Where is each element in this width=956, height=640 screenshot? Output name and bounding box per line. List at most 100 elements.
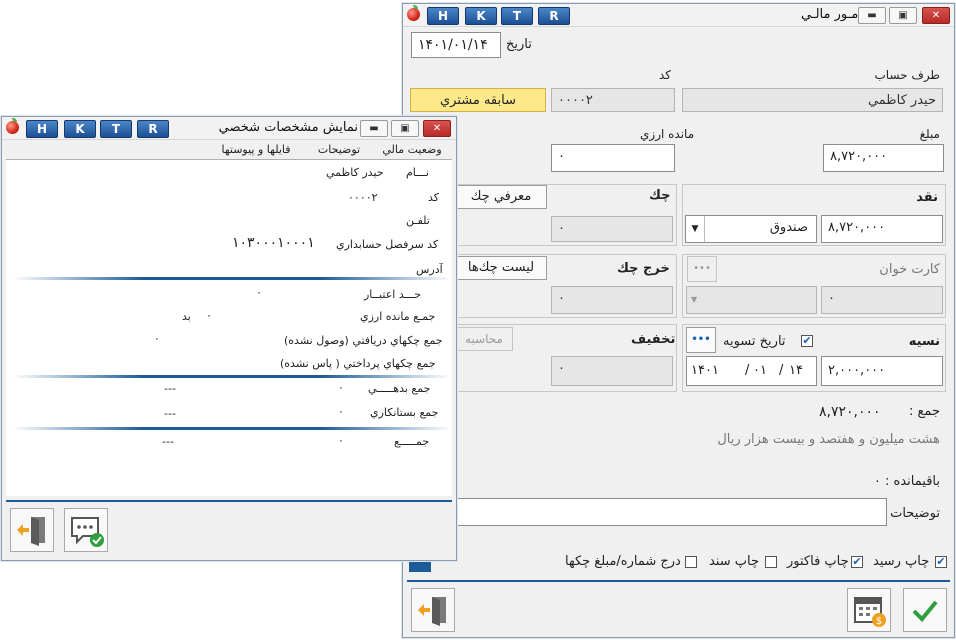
checkmark-icon bbox=[912, 600, 938, 622]
debit-total-value: ۰ bbox=[338, 381, 344, 394]
credit-amount-field[interactable]: ۲,۰۰۰,۰۰۰ bbox=[821, 356, 943, 386]
fx-remaining-field: ۰ bbox=[551, 144, 675, 172]
creditor-total-dash: --- bbox=[164, 407, 176, 420]
chevron-down-icon: ▼ bbox=[691, 295, 698, 304]
close-button[interactable]: ✕ bbox=[922, 7, 950, 24]
exit-button[interactable] bbox=[411, 588, 455, 632]
settle-date-label: تاريخ تسويه bbox=[723, 334, 786, 349]
code-label: كد bbox=[428, 191, 440, 204]
amount-label: مبلغ bbox=[919, 127, 940, 141]
hk-button-k[interactable]: K bbox=[465, 7, 497, 25]
settle-date-field[interactable]: ۱۴۰۱ / ۰۱ / ۱۴ bbox=[686, 356, 817, 386]
minimize-button[interactable]: ▬ bbox=[360, 120, 388, 137]
message-check-icon bbox=[71, 517, 104, 547]
introduce-cheque-button[interactable]: معرفي چك bbox=[455, 185, 547, 209]
received-cheques-value: ۰ bbox=[154, 332, 160, 345]
hk-button-h[interactable]: H bbox=[26, 120, 58, 138]
insert-cheque-no-label: درج شماره/مبلغ چكها bbox=[565, 554, 681, 569]
phone-label: تلفـن bbox=[406, 214, 430, 227]
hk-button-r[interactable]: R bbox=[538, 7, 570, 25]
total-value: ۸,۷۲۰,۰۰۰ bbox=[819, 404, 881, 420]
discount-label: تخفيف bbox=[631, 332, 676, 347]
party-field[interactable]: حيدر كاظمي bbox=[682, 88, 943, 112]
calculate-button[interactable]: محاسبه bbox=[455, 327, 513, 351]
cash-amount-field[interactable]: ۸,۷۲۰,۰۰۰ bbox=[821, 215, 943, 243]
message-button[interactable] bbox=[64, 508, 108, 552]
code-field: ۰۰۰۰۲ bbox=[551, 88, 675, 112]
settle-date-day: ۱۴ bbox=[789, 363, 803, 378]
person-titlebar: H K T R نمايش مشخصات شخصي ▬ ▣ ✕ bbox=[2, 117, 456, 140]
credit-limit-value: ۰ bbox=[256, 286, 262, 299]
cheque-out-label: خرج چك bbox=[617, 261, 670, 276]
insert-cheque-no-checkbox[interactable] bbox=[685, 556, 697, 568]
ledger-code-label: كد سرفصل حسابداري bbox=[336, 238, 439, 251]
customer-history-button[interactable]: سابقه مشتري bbox=[410, 88, 546, 112]
exit-door-icon bbox=[418, 597, 446, 626]
debit-total-label: جمع بدهـــــي bbox=[368, 382, 431, 395]
close-button[interactable]: ✕ bbox=[423, 120, 451, 137]
print-invoice-label: چاپ فاكتور bbox=[787, 554, 849, 569]
balance-value: ۰ bbox=[873, 474, 881, 489]
hk-button-r[interactable]: R bbox=[137, 120, 169, 138]
card-reader-more-button[interactable]: ••• bbox=[687, 256, 717, 282]
notes-field[interactable] bbox=[455, 498, 887, 526]
grand-total-value: ۰ bbox=[338, 434, 344, 447]
amount-field[interactable]: ۸,۷۲۰,۰۰۰ bbox=[823, 144, 944, 172]
fund-select-value: صندوق bbox=[769, 220, 808, 235]
restore-button[interactable]: ▣ bbox=[889, 7, 917, 24]
received-cheques-label: جمع چكهاي دريافتي (وصول نشده) bbox=[284, 334, 443, 347]
print-document-checkbox[interactable] bbox=[765, 556, 777, 568]
credit-label: نسيه bbox=[908, 334, 940, 349]
fund-select[interactable]: ▼ صندوق bbox=[685, 215, 817, 243]
settle-date-checkbox[interactable]: ✔ bbox=[801, 335, 813, 347]
window-title: نمايش مشخصات شخصي bbox=[218, 120, 358, 135]
print-receipt-checkbox[interactable]: ✔ bbox=[935, 556, 947, 568]
print-document-label: چاپ سند bbox=[709, 554, 760, 569]
total-label: جمع : bbox=[909, 404, 940, 419]
date-field[interactable]: ۱۴۰۱/۰۱/۱۴ bbox=[411, 32, 501, 58]
credit-more-button[interactable]: ••• bbox=[686, 327, 716, 353]
hk-button-t[interactable]: T bbox=[100, 120, 132, 138]
svg-text:$: $ bbox=[876, 616, 882, 627]
tab-notes[interactable]: توضيحات bbox=[308, 141, 370, 159]
hk-button-t[interactable]: T bbox=[501, 7, 533, 25]
fx-remaining-suffix: بد bbox=[182, 310, 191, 323]
cheque-out-amount-field: ۰ bbox=[551, 286, 673, 314]
tab-financial-status[interactable]: وضعيت مالي bbox=[374, 141, 450, 159]
window-title: امـور مالـي bbox=[800, 7, 862, 22]
app-icon bbox=[6, 118, 19, 134]
cheque-list-button[interactable]: ليست چك‌ها bbox=[455, 256, 547, 280]
tab-attachments[interactable]: فايلها و پيوستها bbox=[208, 141, 304, 159]
hk-button-h[interactable]: H bbox=[427, 7, 459, 25]
exit-button[interactable] bbox=[10, 508, 54, 552]
address-label: آدرس bbox=[416, 263, 443, 276]
print-invoice-checkbox[interactable]: ✔ bbox=[851, 556, 863, 568]
grand-total-dash: --- bbox=[162, 435, 174, 448]
notes-label: توضيحات bbox=[890, 506, 940, 521]
card-reader-label: كارت خوان bbox=[879, 262, 940, 277]
fx-remaining-label: جمـع مانده ارزي bbox=[360, 310, 436, 323]
finance-window: H K T R امـور مالـي ▬ ▣ ✕ ۱۴۰۱/۰۱/۱۴ تار… bbox=[402, 3, 955, 638]
settle-date-sep: / bbox=[779, 363, 784, 378]
balance-text: باقيمانده : bbox=[885, 474, 940, 489]
name-value: حيدر كاظمي bbox=[326, 166, 384, 179]
date-label: تاريخ bbox=[506, 37, 532, 52]
minimize-button[interactable]: ▬ bbox=[858, 7, 886, 24]
hk-button-k[interactable]: K bbox=[64, 120, 96, 138]
grand-total-label: جمـــــع bbox=[394, 435, 430, 448]
calendar-payment-button[interactable]: $ bbox=[847, 588, 891, 632]
card-reader-select: ▼ bbox=[686, 286, 817, 314]
app-icon bbox=[407, 5, 420, 21]
confirm-button[interactable] bbox=[903, 588, 947, 632]
ledger-code-value: ۱۰۳۰۰۰۱۰۰۰۱ bbox=[232, 235, 315, 251]
footer-separator bbox=[407, 580, 950, 582]
restore-button[interactable]: ▣ bbox=[391, 120, 419, 137]
tab-content bbox=[6, 159, 452, 496]
fx-remaining-label: مانده ارزي bbox=[640, 127, 695, 141]
debit-total-dash: --- bbox=[164, 382, 176, 395]
settle-date-sep: / bbox=[745, 363, 750, 378]
discount-amount-field: ۰ bbox=[551, 356, 673, 386]
person-info-window: H K T R نمايش مشخصات شخصي ▬ ▣ ✕ وضعيت ما… bbox=[1, 116, 457, 561]
credit-limit-label: حـــد اعتبــار bbox=[364, 288, 422, 301]
finance-titlebar: H K T R امـور مالـي ▬ ▣ ✕ bbox=[403, 4, 954, 27]
